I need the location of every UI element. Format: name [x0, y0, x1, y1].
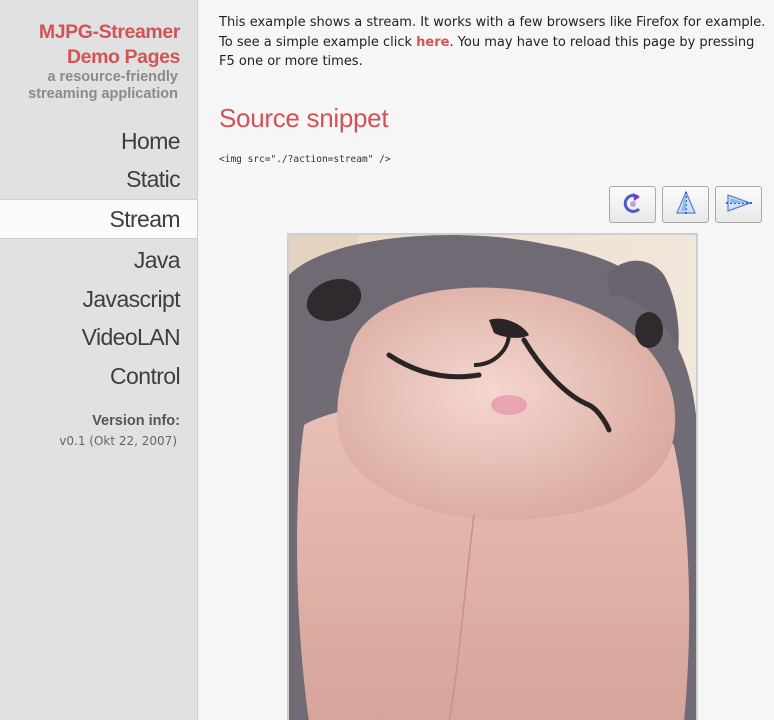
plush-toy-image: [289, 235, 696, 720]
nav-java[interactable]: Java: [0, 241, 197, 280]
rotate-button[interactable]: [609, 186, 656, 223]
stream-image: [287, 233, 698, 720]
flip-vertical-button[interactable]: [662, 186, 709, 223]
nav-control[interactable]: Control: [0, 357, 197, 396]
flip-horizontal-icon: [725, 189, 753, 221]
version-label: Version info:: [92, 413, 180, 429]
code-snippet: <img src="./?action=stream" />: [219, 154, 391, 165]
nav-javascript[interactable]: Javascript: [0, 280, 197, 319]
site-title: MJPG-Streamer Demo Pages: [38, 21, 181, 68]
here-link[interactable]: here: [416, 35, 449, 50]
section-title: Source snippet: [219, 103, 389, 133]
nav-home[interactable]: Home: [0, 122, 197, 161]
nav-videolan[interactable]: VideoLAN: [0, 318, 197, 357]
site-subtitle: a resource-friendly streaming applicatio…: [28, 69, 178, 102]
sidebar: MJPG-Streamer Demo Pages a resource-frie…: [0, 0, 198, 720]
rotate-icon: [619, 189, 647, 221]
flip-vertical-icon: [672, 189, 700, 221]
nav-static[interactable]: Static: [0, 160, 197, 199]
nav-stream[interactable]: Stream: [0, 199, 197, 239]
flip-horizontal-button[interactable]: [715, 186, 762, 223]
intro-paragraph: This example shows a stream. It works wi…: [219, 13, 769, 72]
version-value: v0.1 (Okt 22, 2007): [59, 434, 177, 448]
